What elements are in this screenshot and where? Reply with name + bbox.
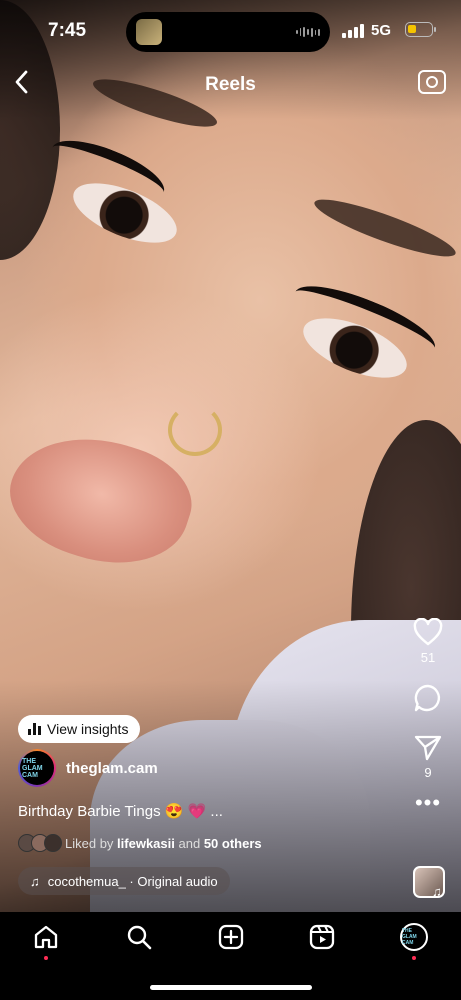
music-note-icon: ♫	[432, 884, 442, 899]
liked-and: and	[178, 835, 201, 851]
reels-icon[interactable]	[309, 924, 335, 950]
battery-nub	[434, 27, 436, 32]
audio-button[interactable]: ♫ cocothemua_ · Original audio	[18, 867, 230, 895]
home-indicator	[150, 985, 312, 990]
heart-icon	[413, 618, 443, 646]
caption[interactable]: Birthday Barbie Tings 😍 💗 ...	[18, 802, 223, 820]
liked-by-row[interactable]: Liked by lifewkasii and 50 others	[18, 834, 262, 852]
action-rail: 51 9 •••	[408, 618, 448, 814]
audio-waveform-icon	[296, 27, 321, 37]
liked-user[interactable]: lifewkasii	[117, 836, 175, 851]
liked-prefix: Liked by	[65, 835, 114, 851]
search-icon[interactable]	[126, 924, 152, 950]
battery-level	[408, 25, 416, 33]
battery-icon	[405, 22, 433, 37]
status-time: 7:45	[48, 20, 87, 41]
more-icon[interactable]: •••	[408, 792, 448, 814]
dynamic-island[interactable]	[126, 12, 330, 52]
liker-avatars	[18, 834, 62, 852]
comment-icon	[414, 684, 441, 712]
share-button[interactable]: 9	[408, 733, 448, 780]
page-title: Reels	[205, 74, 256, 95]
profile-avatar[interactable]: THE GLAM CAM	[400, 923, 428, 951]
notification-dot	[412, 956, 416, 960]
camera-icon[interactable]	[418, 70, 446, 94]
avatar-logo: THE GLAM CAM	[20, 751, 54, 785]
create-icon[interactable]	[218, 924, 244, 950]
audio-label: cocothemua_ · Original audio	[47, 873, 218, 889]
avatar[interactable]: THE GLAM CAM	[18, 749, 56, 787]
network-type: 5G	[371, 22, 392, 39]
comment-button[interactable]	[408, 683, 448, 713]
view-insights-button[interactable]: View insights	[18, 715, 141, 743]
home-icon[interactable]	[33, 924, 59, 950]
share-count: 9	[424, 765, 432, 780]
music-note-icon: ♫	[30, 873, 40, 889]
reels-header: Reels	[0, 62, 461, 106]
eyebrow	[310, 190, 460, 266]
post-author[interactable]: THE GLAM CAM theglam.cam	[18, 749, 158, 787]
view-insights-label: View insights	[47, 721, 129, 737]
bar-chart-icon	[28, 723, 41, 735]
liked-others[interactable]: 50 others	[204, 836, 262, 851]
notification-dot	[44, 956, 48, 960]
like-count: 51	[420, 650, 436, 665]
username[interactable]: theglam.cam	[66, 760, 158, 777]
status-bar: 7:45 5G	[0, 0, 461, 62]
like-button[interactable]: 51	[408, 618, 448, 665]
nose-ring	[168, 404, 222, 456]
send-icon	[414, 735, 442, 761]
cellular-signal-icon	[342, 24, 364, 38]
music-album-thumbnail	[136, 19, 162, 45]
